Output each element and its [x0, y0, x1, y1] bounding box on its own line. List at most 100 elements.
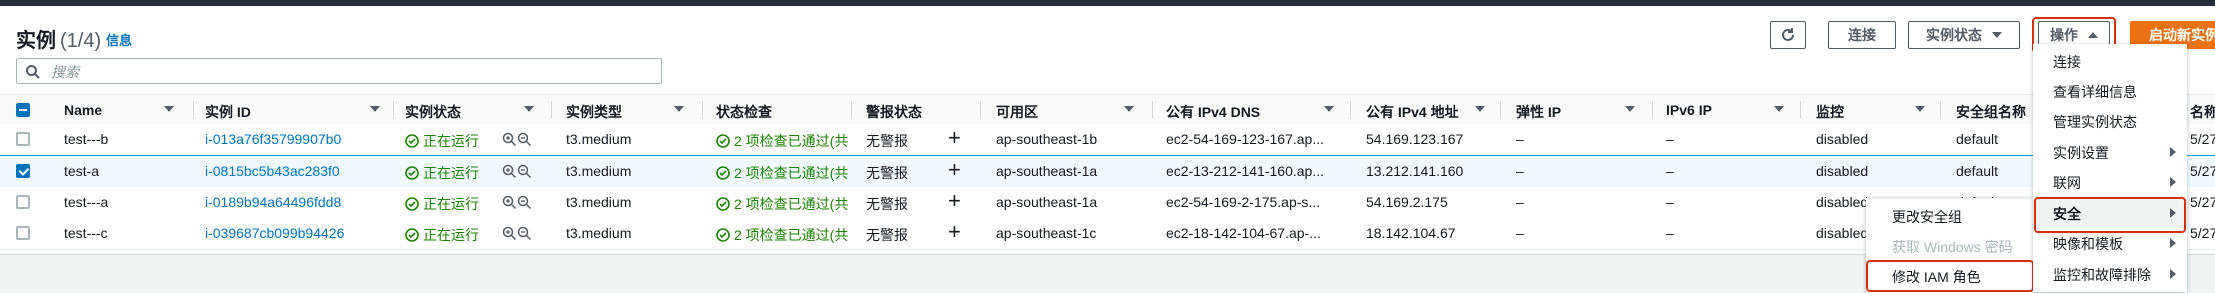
info-link[interactable]: 信息 [106, 30, 132, 49]
security-item-highlight [2034, 197, 2186, 233]
cell-name: test---c [64, 225, 108, 241]
check-circle-icon [716, 197, 730, 211]
zoom-out-icon[interactable] [517, 195, 532, 210]
menu-item-instance-settings[interactable]: 实例设置 [2053, 143, 2109, 163]
col-status-check[interactable]: 状态检查 [716, 102, 772, 122]
cell-eip: – [1516, 131, 1524, 147]
modify-iam-role-highlight [1866, 260, 2034, 292]
zoom-in-icon[interactable] [502, 195, 517, 210]
chevron-right-icon [2170, 269, 2176, 279]
sort-az-icon[interactable] [1124, 106, 1134, 112]
menu-item-manage-state[interactable]: 管理实例状态 [2053, 112, 2137, 132]
connect-button[interactable]: 连接 [1828, 21, 1896, 49]
cell-instance-id[interactable]: i-039687cb099b94426 [205, 225, 344, 241]
page-title: 实例 (1/4) [16, 30, 102, 52]
cell-monitoring: disabled [1816, 194, 1869, 210]
add-alarm-icon[interactable]: + [948, 127, 961, 149]
cell-name: test---b [64, 131, 109, 147]
column-divider[interactable] [980, 101, 981, 119]
column-divider[interactable] [1800, 101, 1801, 119]
row-checkbox[interactable] [16, 164, 30, 178]
row-checkbox[interactable] [16, 226, 30, 240]
cell-alarm: 无警报 [866, 133, 908, 149]
sort-type-icon[interactable] [674, 106, 684, 112]
zoom-in-icon[interactable] [502, 226, 517, 241]
col-instance-id[interactable]: 实例 ID [205, 102, 251, 122]
col-instance-state[interactable]: 实例状态 [405, 102, 461, 122]
zoom-in-icon[interactable] [502, 132, 517, 147]
add-alarm-icon[interactable]: + [948, 190, 961, 212]
cell-dns: ec2-13-212-141-160.ap... [1166, 163, 1324, 179]
cell-sg: default [1956, 131, 1999, 147]
col-availability-zone[interactable]: 可用区 [996, 102, 1038, 122]
cell-status-check: 2 项检查已通过(共 [716, 225, 851, 245]
search-input[interactable] [49, 62, 653, 82]
cell-instance-id[interactable]: i-0815bc5b43ac283f0 [205, 163, 340, 179]
add-alarm-icon[interactable]: + [948, 221, 961, 243]
column-divider[interactable] [1652, 101, 1653, 119]
col-elastic-ip[interactable]: 弹性 IP [1516, 102, 1561, 122]
search-box[interactable] [16, 58, 662, 84]
menu-item-networking[interactable]: 联网 [2053, 173, 2081, 193]
column-divider[interactable] [1152, 101, 1153, 119]
column-divider[interactable] [1350, 101, 1351, 119]
col-instance-type[interactable]: 实例类型 [566, 102, 622, 122]
sort-monitor-icon[interactable] [1915, 106, 1925, 112]
sort-eip-icon[interactable] [1625, 106, 1635, 112]
table-row-selected[interactable]: test-a i-0815bc5b43ac283f0 正在运行 t3.mediu… [0, 155, 2215, 188]
instance-state-button[interactable]: 实例状态 [1908, 21, 2020, 49]
column-divider[interactable] [1940, 101, 1941, 119]
cell-type: t3.medium [566, 225, 632, 241]
cell-instance-id[interactable]: i-0189b94a64496fdd8 [205, 194, 341, 210]
table-row[interactable]: test---b i-013a76f35799907b0 正在运行 t3.med… [0, 124, 2215, 156]
zoom-out-icon[interactable] [517, 226, 532, 241]
col-security-group[interactable]: 安全组名称 [1956, 102, 2026, 122]
cell-instance-id[interactable]: i-013a76f35799907b0 [205, 131, 341, 147]
cell-eip: – [1516, 163, 1524, 179]
column-divider[interactable] [193, 101, 194, 119]
col-ipv6[interactable]: IPv6 IP [1666, 102, 1712, 118]
zoom-out-icon[interactable] [517, 132, 532, 147]
zoom-out-icon[interactable] [517, 164, 532, 179]
sort-ip-icon[interactable] [1475, 106, 1485, 112]
row-checkbox[interactable] [16, 195, 30, 209]
sort-id-icon[interactable] [370, 106, 380, 112]
sort-dns-icon[interactable] [1324, 106, 1334, 112]
refresh-button[interactable] [1770, 21, 1806, 49]
cell-dns: ec2-18-142-104-67.ap-... [1166, 225, 1321, 241]
zoom-icons[interactable] [502, 164, 532, 182]
table-header: Name 实例 ID 实例状态 实例类型 状态检查 警报状态 可用区 公有 IP… [0, 94, 2215, 126]
get-windows-password-item: 获取 Windows 密码 [1892, 239, 2013, 255]
zoom-icons[interactable] [502, 195, 532, 213]
launch-label: 启动新实例 [2149, 27, 2215, 43]
col-alarm-status[interactable]: 警报状态 [866, 102, 922, 122]
menu-item-monitor-troubleshoot[interactable]: 监控和故障排除 [2053, 265, 2151, 285]
select-all-checkbox[interactable] [16, 103, 30, 117]
add-alarm-icon[interactable]: + [948, 159, 961, 181]
cell-state: 正在运行 [405, 131, 479, 151]
cell-ipv6: – [1666, 131, 1674, 147]
sort-name-icon[interactable] [164, 106, 174, 112]
col-monitoring[interactable]: 监控 [1816, 102, 1844, 122]
col-public-dns[interactable]: 公有 IPv4 DNS [1166, 102, 1260, 122]
menu-item-connect[interactable]: 连接 [2053, 52, 2081, 72]
column-divider[interactable] [851, 101, 852, 119]
sort-state-icon[interactable] [524, 106, 534, 112]
menu-item-images-templates[interactable]: 映像和模板 [2053, 234, 2123, 254]
column-divider[interactable] [702, 101, 703, 119]
change-security-group-item[interactable]: 更改安全组 [1892, 207, 1962, 227]
zoom-in-icon[interactable] [502, 164, 517, 179]
column-divider[interactable] [393, 101, 394, 119]
menu-item-view-details[interactable]: 查看详细信息 [2053, 82, 2137, 102]
col-public-ip[interactable]: 公有 IPv4 地址 [1366, 102, 1459, 122]
zoom-icons[interactable] [502, 132, 532, 150]
zoom-icons[interactable] [502, 226, 532, 244]
sort-ipv6-icon[interactable] [1774, 106, 1784, 112]
column-divider[interactable] [551, 101, 552, 119]
cell-az: ap-southeast-1c [996, 225, 1097, 241]
cell-ipv6: – [1666, 194, 1674, 210]
row-checkbox[interactable] [16, 132, 30, 146]
column-divider[interactable] [1500, 101, 1501, 119]
cell-cut: 5/27 [2190, 163, 2215, 179]
col-name[interactable]: Name [64, 102, 102, 118]
